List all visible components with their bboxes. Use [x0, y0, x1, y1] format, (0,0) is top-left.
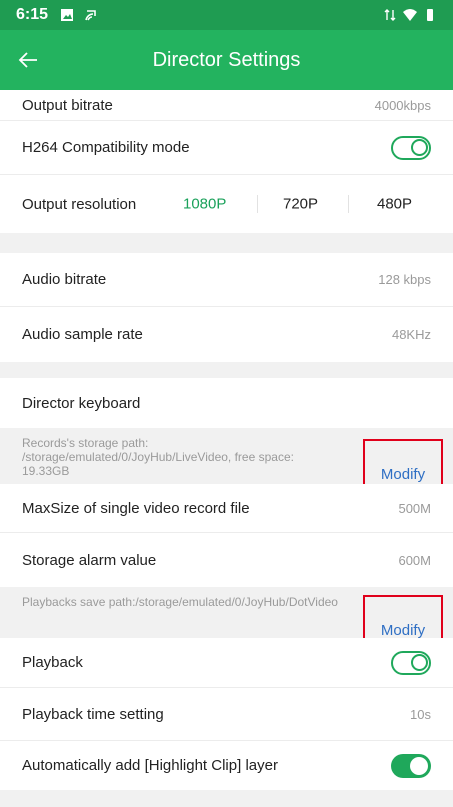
section-divider — [0, 233, 453, 253]
playback-time-value: 10s — [410, 706, 431, 722]
highlight-clip-label: Automatically add [Highlight Clip] layer — [22, 757, 278, 774]
playbacks-path-text: Playbacks save path:/storage/emulated/0/… — [22, 595, 338, 609]
h264-toggle[interactable] — [391, 135, 431, 160]
audio-sample-rate-row[interactable]: Audio sample rate 48KHz — [0, 307, 453, 362]
page-title: Director Settings — [152, 48, 301, 71]
director-keyboard-label: Director keyboard — [22, 394, 141, 412]
director-keyboard-row[interactable]: Director keyboard — [0, 378, 453, 428]
back-arrow-icon — [18, 52, 37, 68]
resolution-option-720p[interactable]: 720P — [283, 196, 318, 213]
output-bitrate-row[interactable]: Output bitrate 4000kbps — [0, 90, 453, 121]
toggle-knob — [411, 653, 428, 671]
records-path-text: Records's storage path: /storage/emulate… — [22, 436, 294, 478]
playback-row: Playback — [0, 638, 453, 688]
audio-bitrate-label: Audio bitrate — [22, 271, 107, 288]
highlight-clip-toggle[interactable] — [391, 753, 431, 778]
playback-toggle[interactable] — [391, 650, 431, 675]
output-bitrate-label: Output bitrate — [22, 96, 113, 114]
playback-time-label: Playback time setting — [22, 705, 164, 723]
storage-alarm-row[interactable]: Storage alarm value 600M — [0, 533, 453, 587]
audio-bitrate-row[interactable]: Audio bitrate 128 kbps — [0, 253, 453, 307]
output-resolution-row: Output resolution 1080P 720P 480P — [0, 175, 453, 233]
resolution-divider — [348, 195, 349, 213]
section-divider — [0, 362, 453, 378]
battery-icon — [427, 9, 433, 21]
output-bitrate-value: 4000kbps — [374, 97, 431, 113]
app-bar: Director Settings — [0, 30, 453, 90]
resolution-option-1080p[interactable]: 1080P — [183, 196, 226, 213]
audio-bitrate-value: 128 kbps — [378, 272, 431, 287]
data-icon — [384, 9, 396, 21]
toggle-knob — [410, 756, 428, 775]
audio-sample-rate-label: Audio sample rate — [22, 326, 143, 343]
wifi-icon — [403, 9, 417, 21]
resolution-option-480p[interactable]: 480P — [377, 196, 412, 213]
max-size-label: MaxSize of single video record file — [22, 499, 250, 517]
playback-label: Playback — [22, 654, 83, 671]
image-icon — [61, 9, 74, 21]
max-size-row[interactable]: MaxSize of single video record file 500M — [0, 484, 453, 533]
cast-icon — [85, 10, 96, 21]
section-divider — [0, 790, 453, 807]
output-resolution-label: Output resolution — [22, 195, 137, 213]
h264-row: H264 Compatibility mode — [0, 121, 453, 175]
storage-alarm-label: Storage alarm value — [22, 551, 157, 569]
status-time: 6:15 — [16, 6, 49, 23]
resolution-divider — [257, 195, 258, 213]
highlight-clip-row: Automatically add [Highlight Clip] layer — [0, 741, 453, 790]
back-button[interactable] — [0, 30, 56, 90]
storage-alarm-value: 600M — [398, 552, 431, 568]
max-size-value: 500M — [398, 500, 431, 516]
settings-list: Output bitrate 4000kbps H264 Compatibili… — [0, 90, 453, 807]
toggle-knob — [411, 138, 428, 156]
audio-sample-rate-value: 48KHz — [391, 327, 431, 342]
h264-label: H264 Compatibility mode — [22, 139, 190, 156]
playback-time-row[interactable]: Playback time setting 10s — [0, 688, 453, 741]
status-bar: 6:15 — [0, 0, 453, 30]
